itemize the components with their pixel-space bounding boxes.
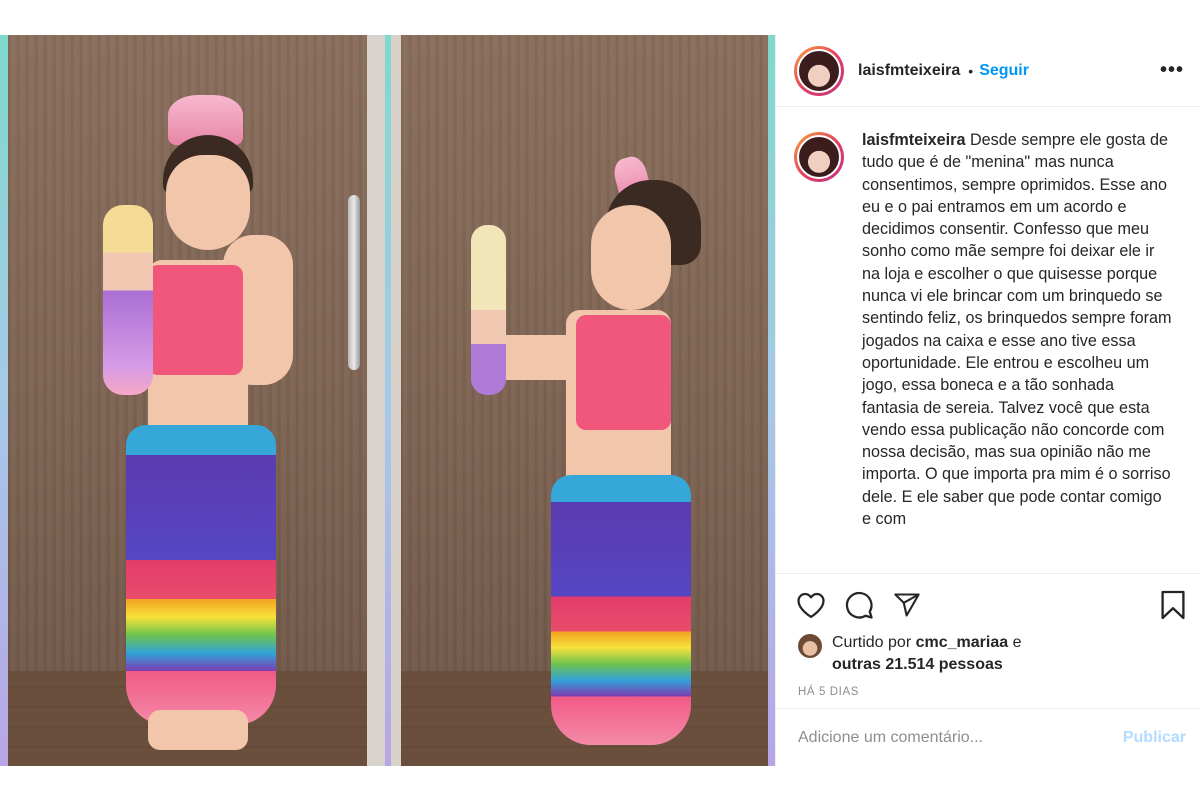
share-icon[interactable] bbox=[892, 591, 922, 619]
post-header: laisfmteixeira • Seguir ••• bbox=[776, 35, 1200, 107]
mermaid-top bbox=[148, 265, 243, 375]
doll bbox=[103, 205, 153, 395]
separator-dot: • bbox=[968, 62, 974, 79]
caption-username[interactable]: laisfmteixeira bbox=[862, 131, 965, 149]
likes-text: Curtido por cmc_mariaa e outras 21.514 p… bbox=[832, 632, 1021, 676]
likes-count[interactable]: outras 21.514 pessoas bbox=[832, 656, 1003, 673]
likes-summary: Curtido por cmc_mariaa e outras 21.514 p… bbox=[776, 622, 1200, 676]
post-photo[interactable] bbox=[0, 35, 775, 766]
wall-strip bbox=[367, 35, 385, 766]
liker-username[interactable]: cmc_mariaa bbox=[916, 634, 1009, 651]
wall-strip bbox=[391, 35, 401, 766]
liked-by-prefix: Curtido por bbox=[832, 634, 912, 651]
child-face bbox=[591, 205, 671, 310]
follow-button[interactable]: Seguir bbox=[979, 62, 1029, 80]
action-icons bbox=[776, 574, 1200, 622]
photo-left-panel bbox=[8, 35, 385, 766]
post-timestamp[interactable]: HÁ 5 DIAS bbox=[776, 676, 1200, 698]
comment-box: Publicar bbox=[776, 708, 1200, 766]
mermaid-tail bbox=[551, 475, 691, 745]
post-side-panel: laisfmteixeira • Seguir ••• laisfmteixei… bbox=[775, 35, 1200, 766]
child-feet bbox=[148, 710, 248, 750]
liker-avatar[interactable] bbox=[798, 634, 822, 658]
comment-icon[interactable] bbox=[844, 590, 874, 620]
publish-button[interactable]: Publicar bbox=[1123, 729, 1186, 747]
heart-icon[interactable] bbox=[796, 591, 826, 619]
author-avatar[interactable] bbox=[794, 45, 844, 96]
comment-input[interactable] bbox=[798, 728, 1123, 747]
caption-area: laisfmteixeira Desde sempre ele gosta de… bbox=[776, 107, 1200, 574]
mermaid-tail bbox=[126, 425, 276, 725]
more-options-icon[interactable]: ••• bbox=[1160, 59, 1184, 82]
caption-avatar[interactable] bbox=[794, 132, 844, 182]
caption: laisfmteixeira Desde sempre ele gosta de… bbox=[862, 129, 1172, 574]
post-actions: Curtido por cmc_mariaa e outras 21.514 p… bbox=[776, 573, 1200, 766]
caption-text: Desde sempre ele gosta de tudo que é de … bbox=[862, 131, 1172, 529]
child-face bbox=[166, 155, 250, 250]
bookmark-icon[interactable] bbox=[1160, 589, 1186, 621]
avatar-image bbox=[797, 135, 841, 179]
mermaid-top bbox=[576, 315, 671, 430]
wardrobe-handle bbox=[348, 195, 360, 370]
avatar-image bbox=[797, 48, 841, 93]
author-username[interactable]: laisfmteixeira bbox=[858, 62, 960, 80]
liked-by-conj: e bbox=[1012, 634, 1022, 651]
photo-right-panel bbox=[391, 35, 768, 766]
doll bbox=[471, 225, 506, 395]
